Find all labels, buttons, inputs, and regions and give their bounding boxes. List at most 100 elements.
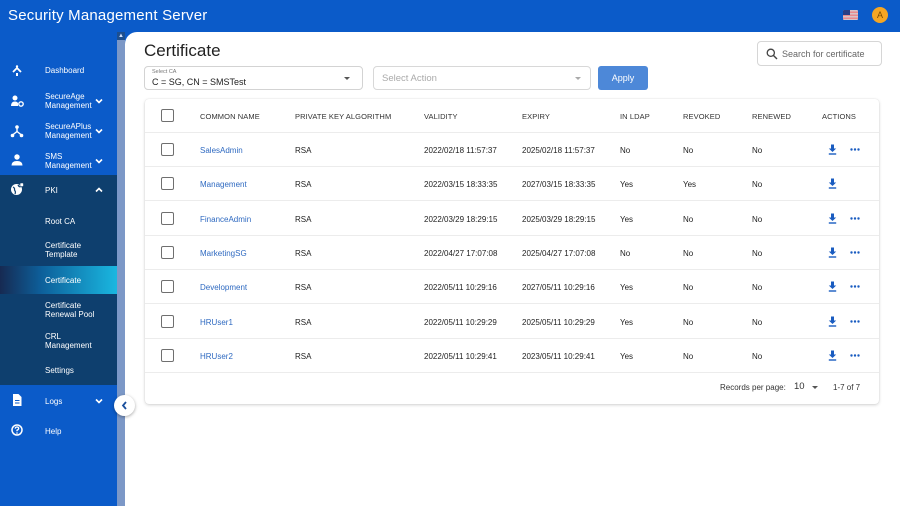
- table-pagination: Records per page: 10 1-7 of 7: [145, 369, 879, 404]
- search-certificate-field[interactable]: [757, 41, 882, 66]
- download-icon[interactable]: [828, 350, 837, 361]
- records-per-page-select[interactable]: 10: [794, 381, 805, 392]
- sidebar-item-logs[interactable]: Logs: [0, 391, 117, 411]
- cell-revoked: Yes: [683, 180, 697, 190]
- column-header-validity[interactable]: VALIDITY: [424, 112, 458, 121]
- column-header-revoked[interactable]: REVOKED: [683, 112, 720, 121]
- more-actions-icon[interactable]: [850, 354, 860, 357]
- sidebar-item-label: SecureAge Management: [45, 92, 92, 110]
- cell-common-name[interactable]: Development: [200, 283, 247, 292]
- column-header-private-key-algorithm[interactable]: PRIVATE KEY ALGORITHM: [295, 112, 391, 121]
- cell-renewed: No: [752, 283, 763, 293]
- sidebar-subitem-crl-management[interactable]: CRL Management: [0, 329, 117, 353]
- row-checkbox[interactable]: [161, 177, 174, 191]
- select-action-dropdown[interactable]: Select Action: [373, 66, 591, 90]
- records-per-page-caret-icon[interactable]: [812, 386, 818, 389]
- download-icon[interactable]: [828, 281, 837, 292]
- row-checkbox[interactable]: [161, 348, 174, 362]
- chevron-down-icon: [95, 398, 103, 404]
- cell-common-name[interactable]: HRUser1: [200, 318, 233, 327]
- cell-private-key-algorithm: RSA: [295, 283, 312, 293]
- records-per-page-label: Records per page:: [720, 383, 786, 392]
- cell-validity: 2022/03/29 18:29:15: [424, 214, 498, 224]
- column-header-expiry[interactable]: EXPIRY: [522, 112, 550, 121]
- sidebar-item-help[interactable]: Help: [0, 421, 117, 441]
- sidebar-subitem-label: Certificate: [45, 276, 82, 285]
- dashboard-icon: [12, 65, 22, 76]
- row-checkbox[interactable]: [161, 280, 174, 294]
- table-row: HRUser2 RSA 2022/05/11 10:29:41 2023/05/11 …: [145, 339, 879, 373]
- more-actions-icon[interactable]: [850, 319, 860, 323]
- sidebar-subitem-root-ca[interactable]: Root CA: [0, 212, 117, 230]
- cell-revoked: No: [683, 248, 694, 258]
- select-all-checkbox[interactable]: [161, 109, 174, 122]
- collapse-sidebar-button[interactable]: [114, 395, 135, 416]
- cell-private-key-algorithm: RSA: [295, 146, 312, 155]
- apply-button[interactable]: Apply: [598, 66, 648, 90]
- cell-validity: 2022/05/11 10:29:16: [424, 283, 497, 293]
- column-header-common-name[interactable]: COMMON NAME: [200, 112, 260, 121]
- sidebar-item-secureage-management[interactable]: SecureAge Management: [0, 90, 117, 112]
- table-header-row: COMMON NAME PRIVATE KEY ALGORITHM VALIDI…: [145, 99, 879, 133]
- sidebar-subitem-certificate[interactable]: Certificate: [0, 266, 117, 294]
- sidebar-item-sms-management[interactable]: SMS Management: [0, 150, 117, 172]
- sidebar-item-label: PKI: [45, 186, 58, 195]
- cell-revoked: No: [683, 283, 694, 293]
- table-row: FinanceAdmin RSA 2022/03/29 18:29:15 2025/0…: [145, 202, 879, 236]
- download-icon[interactable]: [828, 247, 837, 258]
- download-icon[interactable]: [828, 213, 837, 224]
- dropdown-caret-icon: [344, 77, 350, 80]
- cell-common-name[interactable]: FinanceAdmin: [200, 215, 251, 224]
- download-icon[interactable]: [828, 178, 837, 189]
- sidebar-item-dashboard[interactable]: Dashboard: [0, 62, 117, 80]
- row-checkbox[interactable]: [161, 211, 174, 225]
- row-checkbox[interactable]: [161, 314, 174, 328]
- cell-expiry: 2025/05/11 10:29:29: [522, 317, 595, 327]
- cell-common-name[interactable]: SalesAdmin: [200, 146, 243, 155]
- us-flag-icon[interactable]: [843, 10, 858, 20]
- chevron-left-icon: [121, 401, 127, 410]
- cell-validity: 2022/04/27 17:07:08: [424, 248, 498, 258]
- dropdown-caret-icon: [575, 77, 581, 80]
- search-input[interactable]: [782, 46, 880, 61]
- document-icon: [13, 394, 22, 406]
- cell-renewed: No: [752, 317, 763, 327]
- row-checkbox[interactable]: [161, 143, 174, 156]
- row-checkbox[interactable]: [161, 245, 174, 259]
- column-header-renewed[interactable]: RENEWED: [752, 112, 791, 121]
- sidebar-subitem-label: Certificate Template: [45, 241, 82, 259]
- sidebar-subitem-certificate-renewal-pool[interactable]: Certificate Renewal Pool: [0, 298, 117, 322]
- download-icon[interactable]: [828, 144, 837, 155]
- cell-private-key-algorithm: RSA: [295, 180, 312, 190]
- cell-revoked: No: [683, 146, 694, 155]
- cell-in-ldap: No: [620, 146, 631, 155]
- cell-in-ldap: Yes: [620, 351, 634, 361]
- more-actions-icon[interactable]: [850, 251, 860, 254]
- cell-common-name[interactable]: HRUser2: [200, 352, 233, 361]
- sidebar-subitem-certificate-template[interactable]: Certificate Template: [0, 238, 117, 262]
- table-row: HRUser1 RSA 2022/05/11 10:29:29 2025/05/11 …: [145, 305, 879, 339]
- select-ca-dropdown[interactable]: Select CA C = SG, CN = SMSTest: [144, 66, 363, 90]
- scroll-up-arrow-icon[interactable]: ▲: [117, 32, 125, 40]
- cell-renewed: No: [752, 180, 763, 190]
- cell-revoked: No: [683, 351, 694, 361]
- app-title: Security Management Server: [8, 7, 208, 24]
- cell-private-key-algorithm: RSA: [295, 317, 312, 327]
- cell-validity: 2022/05/11 10:29:41: [424, 351, 497, 361]
- sidebar-item-pki[interactable]: PKI: [0, 180, 117, 200]
- avatar[interactable]: A: [872, 7, 888, 23]
- more-actions-icon[interactable]: [850, 216, 860, 220]
- cell-common-name[interactable]: Management: [200, 180, 247, 189]
- more-actions-icon[interactable]: [850, 148, 860, 151]
- sidebar-scrollbar[interactable]: [117, 32, 125, 506]
- download-icon[interactable]: [828, 316, 837, 327]
- more-actions-icon[interactable]: [850, 285, 860, 288]
- cell-validity: 2022/05/11 10:29:29: [424, 317, 497, 327]
- cell-private-key-algorithm: RSA: [295, 214, 312, 224]
- cell-expiry: 2025/03/29 18:29:15: [522, 214, 596, 224]
- column-header-in-ldap[interactable]: IN LDAP: [620, 112, 650, 121]
- sidebar-item-secureaplus-management[interactable]: SecureAPlus Management: [0, 120, 117, 142]
- cell-common-name[interactable]: MarketingSG: [200, 249, 247, 258]
- sidebar-subitem-settings[interactable]: Settings: [0, 361, 117, 379]
- pagination-range: 1-7 of 7: [833, 383, 861, 392]
